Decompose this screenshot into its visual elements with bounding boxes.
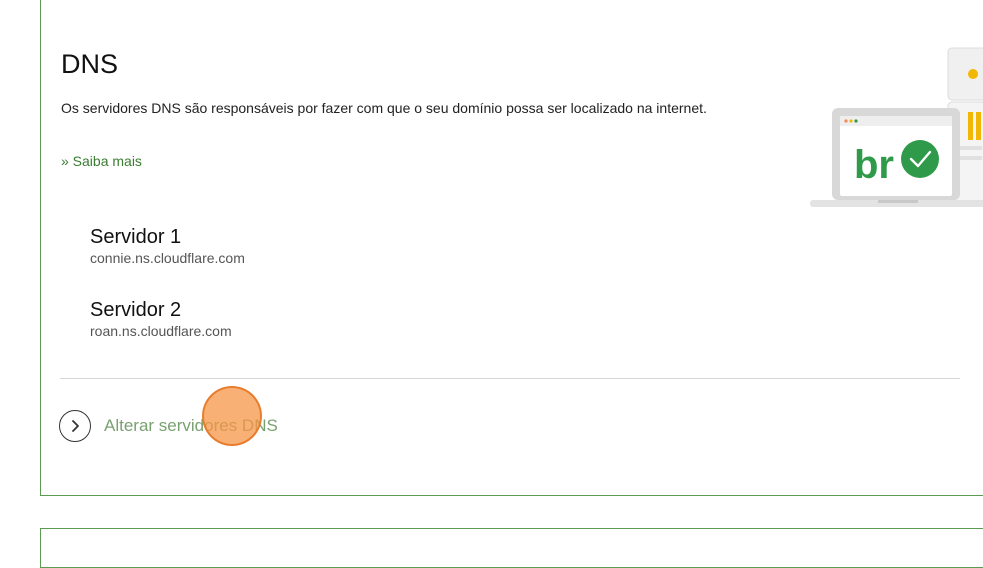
server-item-1: Servidor 1 connie.ns.cloudflare.com [90,225,245,267]
change-dns-servers-button[interactable]: Alterar servidores DNS [59,409,278,443]
laptop-check-illustration: br [808,46,983,216]
next-card [40,528,983,568]
server-label: Servidor 1 [90,226,182,248]
server-label: Servidor 2 [90,299,182,321]
server-item-2: Servidor 2 roan.ns.cloudflare.com [90,298,232,340]
chevron-right-circle-icon [59,410,91,442]
server-host: connie.ns.cloudflare.com [90,250,245,266]
section-title: DNS [61,49,119,79]
change-dns-servers-label: Alterar servidores DNS [104,416,278,435]
br-logo: br [854,143,894,187]
section-description: Os servidores DNS são responsáveis por f… [61,100,707,116]
server-host: roan.ns.cloudflare.com [90,323,232,339]
divider [60,378,960,379]
learn-more-link[interactable]: » Saiba mais [61,153,142,169]
